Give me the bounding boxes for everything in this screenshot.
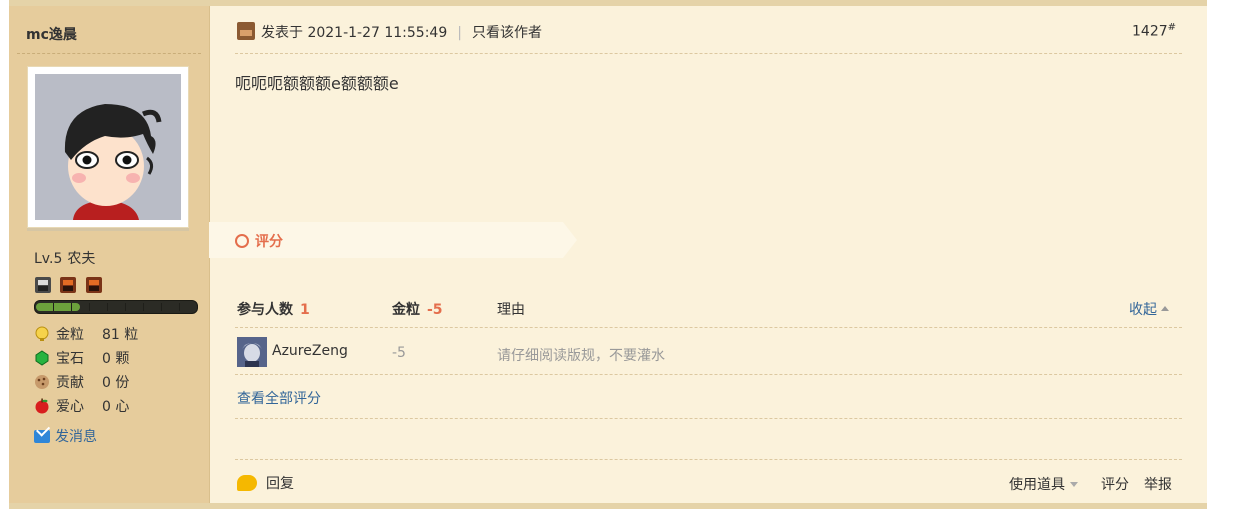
stat-gold: 金粒 81 粒 [34, 324, 138, 344]
author-name[interactable]: mc逸晨 [26, 24, 77, 44]
report-button[interactable]: 举报 [1144, 474, 1172, 494]
rater-score: -5 [392, 345, 406, 361]
rating-divider [235, 374, 1182, 375]
stat-label: 宝石 [56, 351, 84, 367]
rate-button[interactable]: 评分 [1101, 474, 1129, 494]
bottom-border [9, 503, 1207, 509]
rater-avatar[interactable] [237, 337, 267, 367]
reply-button[interactable]: 回复 [237, 473, 294, 493]
stat-value: 0 颗 [102, 351, 130, 367]
furnace-lit-icon[interactable] [59, 276, 77, 298]
level-value: Lv.5 [34, 251, 63, 267]
reply-bubble-icon [237, 475, 257, 491]
rating-circle-icon [235, 234, 249, 248]
experience-fill [36, 303, 80, 311]
post-date: 发表于 2021-1-27 11:55:49 [261, 25, 448, 41]
stat-contribution: 贡献 0 份 [34, 372, 129, 392]
stat-love: 爱心 0 心 [34, 396, 129, 416]
gold-nugget-icon [35, 326, 49, 341]
header-divider [235, 53, 1182, 54]
stat-value: 0 份 [102, 375, 130, 391]
avatar[interactable] [27, 66, 189, 228]
rating-tab-label: 评分 [255, 234, 283, 250]
collapse-ratings-button[interactable]: 收起 [1129, 299, 1169, 319]
author-online-icon [237, 22, 255, 40]
only-author-link[interactable]: 只看该作者 [472, 25, 542, 41]
post-content: 呃呃呃额额额e额额额e [235, 74, 399, 93]
furnace-lit-icon[interactable] [85, 276, 103, 298]
rating-tab: 评分 [209, 222, 577, 258]
post-header: 发表于 2021-1-27 11:55:49 | 只看该作者 [237, 22, 542, 42]
footer-divider [235, 459, 1182, 460]
experience-bar [34, 300, 198, 314]
apple-icon [35, 398, 49, 414]
rater-reason: 请仔细阅读版规，不要灌水 [497, 348, 665, 364]
emerald-icon [35, 350, 49, 366]
stat-gem: 宝石 0 颗 [34, 348, 129, 368]
post-container: mc逸晨 Lv.5 农夫 金粒 81 粒 宝石 0 颗 贡献 0 份 爱心 0 … [9, 0, 1207, 509]
send-message-link[interactable]: 发消息 [34, 426, 97, 446]
medal-row [34, 276, 106, 298]
author-sidebar: mc逸晨 Lv.5 农夫 金粒 81 粒 宝石 0 颗 贡献 0 份 爱心 0 … [9, 6, 210, 503]
envelope-icon [34, 430, 50, 443]
rating-participants: 参与人数 1 [237, 302, 310, 318]
send-message-label: 发消息 [55, 429, 97, 445]
stat-label: 爱心 [56, 399, 84, 415]
stat-value: 81 粒 [102, 327, 139, 343]
rank-title: 农夫 [67, 251, 96, 267]
view-all-ratings-link[interactable]: 查看全部评分 [237, 388, 321, 408]
user-level: Lv.5 农夫 [34, 248, 95, 268]
rater-name-link[interactable]: AzureZeng [272, 343, 348, 359]
stat-label: 贡献 [56, 375, 84, 391]
caret-down-icon [1070, 482, 1078, 487]
rating-divider [235, 327, 1182, 328]
sidebar-divider [17, 53, 201, 54]
caret-up-icon [1161, 306, 1169, 311]
avatar-image [35, 74, 181, 220]
rating-gold-total: 金粒 -5 [392, 302, 443, 318]
rating-divider [235, 418, 1182, 419]
floor-number[interactable]: 1427# [1132, 22, 1176, 40]
cookie-icon [35, 375, 49, 389]
avatar-shadow [27, 228, 189, 231]
use-tool-menu[interactable]: 使用道具 [1009, 474, 1078, 494]
furnace-icon[interactable] [34, 276, 52, 298]
stat-value: 0 心 [102, 399, 130, 415]
stat-label: 金粒 [56, 327, 84, 343]
rating-reason-header: 理由 [497, 302, 525, 318]
